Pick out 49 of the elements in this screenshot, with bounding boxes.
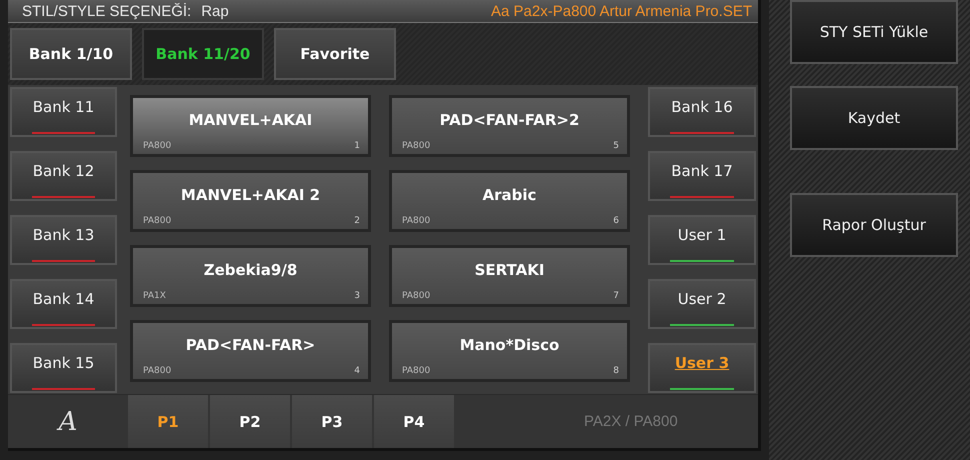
style-pad[interactable]: Arabic PA800 6 (389, 170, 630, 232)
style-name-text: Rap (201, 2, 229, 20)
model-label: PA800 (402, 216, 430, 226)
page-tab[interactable]: P1 (128, 395, 208, 448)
style-pad[interactable]: Zebekia9/8 PA1X 3 (130, 245, 371, 307)
style-pad[interactable]: SERTAKI PA800 7 (389, 245, 630, 307)
slot-number: 5 (613, 141, 619, 151)
bank-button[interactable]: User 3 (648, 343, 756, 393)
logo: A (56, 406, 78, 438)
model-label: PA800 (143, 366, 172, 376)
page-tab[interactable]: P4 (374, 395, 454, 448)
bank-button[interactable]: User 2 (648, 279, 756, 329)
slot-number: 3 (354, 291, 360, 301)
bank-tab[interactable]: Bank 1/10 (10, 28, 132, 80)
bank-button[interactable]: Bank 12 (10, 151, 117, 201)
bank-button[interactable]: Bank 15 (10, 343, 117, 393)
set-name-text: Aa Pa2x-Pa800 Artur Armenia Pro.SET (491, 2, 752, 20)
header-label: STIL/STYLE SEÇENEĞİ: (22, 2, 192, 20)
slot-number: 7 (613, 291, 619, 301)
bank-button[interactable]: Bank 16 (648, 87, 756, 137)
model-label: PA800 (143, 216, 172, 226)
model-label: PA1X (143, 291, 166, 301)
slot-number: 8 (613, 366, 619, 376)
slot-number: 1 (354, 141, 360, 151)
model-text: PA2X / PA800 (584, 413, 678, 430)
bank-button[interactable]: User 1 (648, 215, 756, 265)
bank-button[interactable]: Bank 17 (648, 151, 756, 201)
bank-tab[interactable]: Bank 11/20 (142, 28, 264, 80)
model-label: PA800 (402, 291, 430, 301)
style-pad[interactable]: PAD<FAN-FAR>2 PA800 5 (389, 95, 630, 157)
side-button[interactable]: Kaydet (790, 86, 958, 150)
slot-number: 6 (613, 216, 619, 226)
side-button[interactable]: STY SETi Yükle (790, 0, 958, 64)
style-pad[interactable]: MANVEL+AKAI PA800 1 (130, 95, 371, 157)
bank-button[interactable]: Bank 11 (10, 87, 117, 137)
slot-number: 4 (354, 366, 360, 376)
model-label: PA800 (402, 141, 430, 151)
model-label: PA800 (143, 141, 172, 151)
slot-number: 2 (354, 216, 360, 226)
page-tab[interactable]: P3 (292, 395, 372, 448)
bank-button[interactable]: Bank 14 (10, 279, 117, 329)
page-tab[interactable]: P2 (210, 395, 290, 448)
bank-button[interactable]: Bank 13 (10, 215, 117, 265)
bank-tab[interactable]: Favorite (274, 28, 396, 80)
style-pad[interactable]: MANVEL+AKAI 2 PA800 2 (130, 170, 371, 232)
model-label: PA800 (402, 366, 430, 376)
side-button[interactable]: Rapor Oluştur (790, 193, 958, 257)
style-pad[interactable]: PAD<FAN-FAR> PA800 4 (130, 320, 371, 382)
style-pad[interactable]: Mano*Disco PA800 8 (389, 320, 630, 382)
